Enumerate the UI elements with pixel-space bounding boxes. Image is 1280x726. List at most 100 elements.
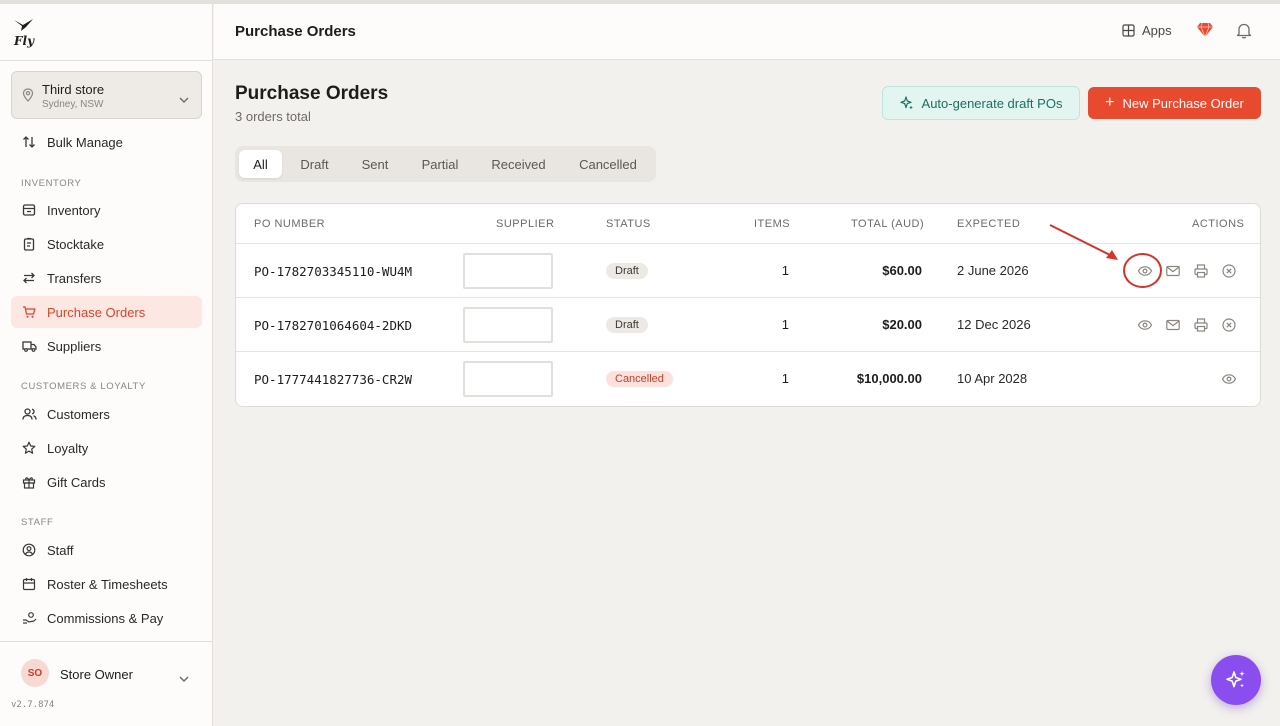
- sidebar-item-label: Staff: [47, 542, 74, 558]
- sidebar-item-label: Purchase Orders: [47, 304, 146, 320]
- sidebar-item-staff[interactable]: Staff: [11, 534, 202, 566]
- hand-coins-icon: [21, 610, 37, 626]
- status-badge: Cancelled: [606, 371, 673, 387]
- new-po-label: New Purchase Order: [1122, 95, 1244, 111]
- items-count: 1: [781, 317, 789, 332]
- view-eye-icon[interactable]: [1137, 317, 1153, 333]
- expected-date: 12 Dec 2026: [957, 317, 1031, 332]
- sidebar-item-label: Loyalty: [47, 440, 89, 456]
- column-header-expected: EXPECTED: [957, 218, 1021, 230]
- sidebar-item-label: Transfers: [47, 270, 102, 286]
- sidebar: Fly Third store Sydney, NSW Bulk Manage …: [0, 4, 213, 726]
- tab-sent[interactable]: Sent: [347, 150, 403, 178]
- sidebar-item-inventory[interactable]: Inventory: [11, 194, 202, 226]
- users-icon: [21, 406, 37, 422]
- sidebar-item-bulk-manage[interactable]: Bulk Manage: [11, 126, 202, 158]
- user-circle-icon: [21, 542, 37, 558]
- sidebar-item-commissions[interactable]: Commissions & Pay: [11, 602, 202, 634]
- column-header-total: TOTAL (AUD): [851, 218, 925, 230]
- page-title: Purchase Orders: [235, 83, 389, 104]
- auto-generate-button[interactable]: Auto-generate draft POs: [882, 86, 1080, 120]
- column-header-items: ITEMS: [754, 218, 791, 230]
- tab-all[interactable]: All: [239, 150, 282, 178]
- print-icon[interactable]: [1193, 263, 1209, 279]
- apps-label: Apps: [1142, 23, 1172, 38]
- sidebar-item-label: Commissions & Pay: [47, 610, 164, 626]
- top-header: Purchase Orders Apps: [214, 4, 1280, 60]
- truck-icon: [21, 338, 37, 354]
- tab-partial[interactable]: Partial: [407, 150, 473, 178]
- location-pin-icon: [22, 88, 34, 107]
- column-header-po-number: PO NUMBER: [254, 218, 326, 230]
- table-row[interactable]: PO-1782701064604-2DKD Draft 1 $20.00 12 …: [236, 297, 1260, 351]
- email-icon[interactable]: [1165, 317, 1181, 333]
- sidebar-item-loyalty[interactable]: Loyalty: [11, 432, 202, 464]
- store-name: Third store: [42, 82, 105, 97]
- cart-icon: [21, 304, 37, 320]
- clipboard-icon: [21, 236, 37, 252]
- store-location: Sydney, NSW: [42, 99, 104, 110]
- table-row[interactable]: PO-1777441827736-CR2W Cancelled 1 $10,00…: [236, 351, 1260, 405]
- column-header-status: STATUS: [606, 218, 651, 230]
- logo-text: Fly: [14, 34, 35, 48]
- sidebar-item-label: Inventory: [47, 202, 101, 218]
- tab-received[interactable]: Received: [477, 150, 560, 178]
- status-badge: Draft: [606, 263, 648, 279]
- sidebar-item-roster[interactable]: Roster & Timesheets: [11, 568, 202, 600]
- store-picker[interactable]: Third store Sydney, NSW: [11, 71, 202, 119]
- chevron-down-icon: [179, 90, 189, 108]
- sparkles-icon: [1226, 671, 1245, 688]
- header-title: Purchase Orders: [235, 23, 356, 40]
- annotation-circle: [1123, 253, 1162, 288]
- bird-logo-icon: [14, 19, 33, 31]
- sidebar-item-stocktake[interactable]: Stocktake: [11, 228, 202, 260]
- email-icon[interactable]: [1165, 263, 1181, 279]
- user-menu[interactable]: SO Store Owner: [0, 656, 213, 692]
- sidebar-item-customers[interactable]: Customers: [11, 398, 202, 430]
- sidebar-divider: [0, 641, 213, 642]
- supplier-cell: [463, 253, 553, 289]
- star-icon: [21, 440, 37, 456]
- sidebar-item-purchase-orders[interactable]: Purchase Orders: [11, 296, 202, 328]
- items-count: 1: [781, 263, 789, 278]
- chevron-down-icon: [179, 669, 189, 687]
- supplier-cell: [463, 307, 553, 343]
- sidebar-item-label: Roster & Timesheets: [47, 576, 168, 592]
- sidebar-divider: [0, 60, 213, 61]
- order-total: $20.00: [882, 317, 922, 332]
- cancel-x-circle-icon[interactable]: [1221, 263, 1237, 279]
- po-number: PO-1782703345110-WU4M: [254, 264, 413, 279]
- sidebar-item-gift-cards[interactable]: Gift Cards: [11, 466, 202, 498]
- column-header-actions: ACTIONS: [1192, 218, 1245, 230]
- calendar-icon: [21, 576, 37, 592]
- transfer-arrows-icon: [21, 270, 37, 286]
- status-badge: Draft: [606, 317, 648, 333]
- section-label-customers: CUSTOMERS & LOYALTY: [21, 381, 146, 392]
- apps-button[interactable]: Apps: [1122, 23, 1172, 38]
- app-version: v2.7.874: [11, 700, 55, 710]
- sparkles-icon: [899, 96, 913, 110]
- column-header-supplier: SUPPLIER: [496, 218, 555, 230]
- auto-generate-label: Auto-generate draft POs: [921, 95, 1063, 111]
- sidebar-item-label: Customers: [47, 406, 110, 422]
- sidebar-item-transfers[interactable]: Transfers: [11, 262, 202, 294]
- print-icon[interactable]: [1193, 317, 1209, 333]
- tab-cancelled[interactable]: Cancelled: [564, 150, 652, 178]
- cancel-x-circle-icon[interactable]: [1221, 317, 1237, 333]
- bell-icon[interactable]: [1236, 22, 1252, 44]
- new-purchase-order-button[interactable]: + New Purchase Order: [1088, 87, 1261, 119]
- view-eye-icon[interactable]: [1221, 371, 1237, 387]
- section-label-staff: STAFF: [21, 517, 54, 528]
- sort-arrows-icon: [21, 134, 37, 150]
- tab-draft[interactable]: Draft: [286, 150, 343, 178]
- sidebar-item-suppliers[interactable]: Suppliers: [11, 330, 202, 362]
- po-number: PO-1777441827736-CR2W: [254, 372, 413, 387]
- plus-icon: +: [1105, 94, 1115, 111]
- po-number: PO-1782701064604-2DKD: [254, 318, 413, 333]
- sidebar-item-label: Stocktake: [47, 236, 105, 252]
- avatar: SO: [21, 659, 49, 687]
- gem-icon[interactable]: [1196, 22, 1214, 43]
- gift-icon: [21, 474, 37, 490]
- section-label-inventory: INVENTORY: [21, 178, 82, 189]
- ai-assistant-button[interactable]: [1211, 655, 1261, 705]
